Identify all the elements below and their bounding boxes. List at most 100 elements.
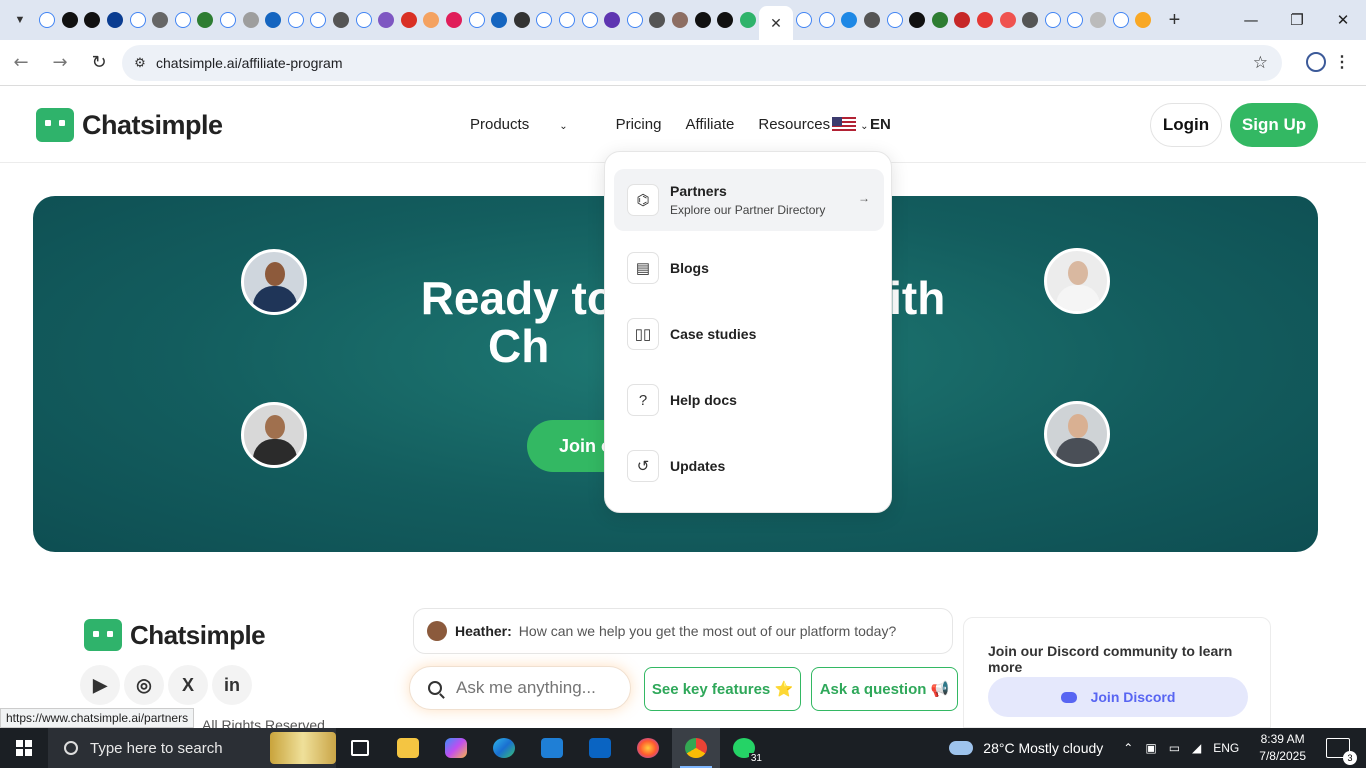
browser-tab[interactable]	[194, 0, 217, 40]
browser-tab[interactable]	[488, 0, 511, 40]
browser-tab[interactable]	[465, 0, 488, 40]
browser-tab[interactable]	[646, 0, 669, 40]
browser-tab[interactable]	[443, 0, 466, 40]
resources-item-help-docs[interactable]: ? Help docs	[614, 369, 884, 431]
browser-tab[interactable]	[838, 0, 861, 40]
browser-tab[interactable]	[883, 0, 906, 40]
browser-tab[interactable]	[1087, 0, 1110, 40]
forward-button[interactable]: →	[42, 45, 78, 81]
active-tab[interactable]: ✕	[759, 6, 793, 40]
browser-tab[interactable]	[623, 0, 646, 40]
browser-tab[interactable]	[239, 0, 262, 40]
browser-tab[interactable]	[1042, 0, 1065, 40]
see-key-features-button[interactable]: See key features ⭐	[644, 667, 801, 711]
meet-icon[interactable]: ▣	[1145, 741, 1156, 755]
browser-tab[interactable]	[352, 0, 375, 40]
browser-tab[interactable]	[714, 0, 737, 40]
browser-tab[interactable]	[104, 0, 127, 40]
browser-tab[interactable]	[217, 0, 240, 40]
menu-kebab-icon[interactable]: ⋮	[1334, 52, 1350, 72]
join-discord-button[interactable]: Join Discord	[988, 677, 1248, 717]
browser-tab[interactable]	[736, 0, 759, 40]
signup-button[interactable]: Sign Up	[1230, 103, 1318, 147]
browser-tab[interactable]	[330, 0, 353, 40]
profile-icon[interactable]	[1306, 52, 1326, 72]
browser-tab[interactable]	[1109, 0, 1132, 40]
nav-products[interactable]: Products ⌄	[470, 116, 592, 133]
resources-item-blogs[interactable]: ▤ Blogs	[614, 237, 884, 299]
weather-widget[interactable]: 28°C Mostly cloudy	[949, 740, 1103, 756]
taskbar-search[interactable]: Type here to search	[48, 728, 336, 768]
new-tab-button[interactable]: +	[1161, 6, 1189, 34]
browser-tab[interactable]	[59, 0, 82, 40]
browser-tab[interactable]	[307, 0, 330, 40]
browser-tab[interactable]	[996, 0, 1019, 40]
site-info-icon[interactable]: ⚙	[124, 55, 156, 71]
chat-input[interactable]	[456, 678, 626, 698]
resources-item-case-studies[interactable]: ▯▯ Case studies	[614, 303, 884, 365]
login-button[interactable]: Login	[1150, 103, 1222, 147]
site-logo[interactable]: Chatsimple	[36, 108, 223, 142]
browser-tab[interactable]	[285, 0, 308, 40]
notification-icon[interactable]: 3	[1326, 738, 1357, 765]
browser-tab[interactable]	[1019, 0, 1042, 40]
store-icon[interactable]	[528, 728, 576, 768]
x-icon[interactable]: X	[168, 665, 208, 705]
browser-tab[interactable]	[149, 0, 172, 40]
browser-tab[interactable]	[36, 0, 59, 40]
browser-tab[interactable]	[974, 0, 997, 40]
edge-icon[interactable]	[480, 728, 528, 768]
browser-tab[interactable]	[533, 0, 556, 40]
back-button[interactable]: ←	[3, 45, 39, 81]
browser-tab[interactable]	[1132, 0, 1155, 40]
chevron-up-icon[interactable]: ⌃	[1123, 741, 1133, 755]
copilot-icon[interactable]	[432, 728, 480, 768]
whatsapp-icon[interactable]: 31	[720, 728, 768, 768]
input-language[interactable]: ENG	[1213, 741, 1239, 755]
browser-tab[interactable]	[929, 0, 952, 40]
resources-item-partners[interactable]: ⌬ Partners Explore our Partner Directory →	[614, 169, 884, 231]
browser-tab[interactable]	[861, 0, 884, 40]
browser-tab[interactable]	[398, 0, 421, 40]
browser-tab[interactable]	[1064, 0, 1087, 40]
battery-icon[interactable]: ▭	[1169, 741, 1180, 755]
ask-question-button[interactable]: Ask a question 📢	[811, 667, 958, 711]
browser-tab[interactable]	[510, 0, 533, 40]
nav-affiliate[interactable]: Affiliate	[685, 116, 734, 133]
restore-button[interactable]: ❐	[1274, 0, 1320, 40]
file-explorer-icon[interactable]	[384, 728, 432, 768]
browser-tab[interactable]	[669, 0, 692, 40]
linkedin-icon[interactable]: in	[212, 665, 252, 705]
browser-tab[interactable]	[793, 0, 816, 40]
browser-tab[interactable]	[951, 0, 974, 40]
footer-logo[interactable]: Chatsimple	[84, 619, 266, 651]
browser-tab[interactable]	[420, 0, 443, 40]
browser-tab[interactable]	[172, 0, 195, 40]
browser-tab[interactable]	[126, 0, 149, 40]
browser-tab[interactable]	[816, 0, 839, 40]
browser-tab[interactable]	[578, 0, 601, 40]
browser-tab[interactable]	[375, 0, 398, 40]
reload-button[interactable]: ↻	[81, 45, 117, 81]
browser-tab[interactable]	[691, 0, 714, 40]
firefox-icon[interactable]	[624, 728, 672, 768]
nav-pricing[interactable]: Pricing	[616, 116, 662, 133]
close-window-button[interactable]: ✕	[1320, 0, 1366, 40]
task-view-icon[interactable]	[336, 728, 384, 768]
browser-tab[interactable]	[262, 0, 285, 40]
omnibox[interactable]: ⚙ chatsimple.ai/affiliate-program ☆	[122, 45, 1282, 81]
browser-tab[interactable]	[81, 0, 104, 40]
minimize-button[interactable]: —	[1228, 0, 1274, 40]
resources-item-updates[interactable]: ↺ Updates	[614, 435, 884, 497]
outlook-icon[interactable]	[576, 728, 624, 768]
instagram-icon[interactable]: ◎	[124, 665, 164, 705]
clock[interactable]: 8:39 AM 7/8/2025	[1259, 731, 1306, 765]
chrome-icon[interactable]	[672, 728, 720, 768]
wifi-icon[interactable]: ◢	[1192, 741, 1201, 755]
chat-input-box[interactable]	[409, 666, 631, 710]
url-text[interactable]: chatsimple.ai/affiliate-program	[156, 55, 343, 71]
language-selector[interactable]: EN	[832, 116, 891, 133]
tab-search-button[interactable]: ▼	[4, 4, 36, 36]
bookmark-star-icon[interactable]: ☆	[1253, 53, 1268, 73]
start-button[interactable]	[0, 728, 48, 768]
